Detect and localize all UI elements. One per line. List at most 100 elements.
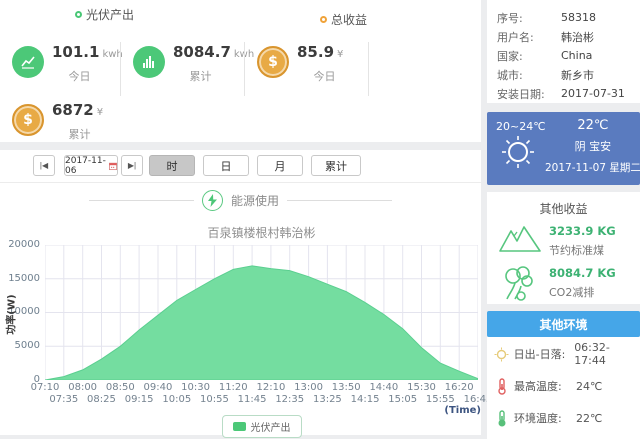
x-tick-label: 10:30 — [181, 382, 210, 393]
stat-value: 6872 — [52, 101, 94, 119]
x-tick-label: 15:30 — [407, 382, 436, 393]
chart-title: 百泉镇楼根村韩治彬 — [45, 224, 478, 241]
x-tick-label: 07:35 — [49, 394, 78, 405]
info-label: 用户名: — [497, 29, 561, 45]
environment-title: 其他环境 — [539, 316, 587, 333]
stat-revenue-today: $ 85.9¥ 今日 — [245, 36, 369, 102]
y-tick-label: 20000 — [0, 239, 40, 250]
x-tick-label: 16:20 — [445, 382, 474, 393]
benefit-label: 节约标准煤 — [549, 242, 604, 258]
stat-unit: ¥ — [337, 49, 343, 60]
stat-value: 8084.7 — [173, 43, 231, 61]
x-tick-label: 08:50 — [106, 382, 135, 393]
weather-condition: 阴 宝安 — [545, 138, 640, 154]
legend-item[interactable]: 光伏产出 — [222, 415, 302, 438]
temp-range: 20~24℃ — [496, 120, 545, 133]
divider — [368, 42, 369, 96]
stat-period: 今日 — [297, 68, 352, 84]
x-tick-label: 13:50 — [332, 382, 361, 393]
tab-hour[interactable]: 时 — [149, 155, 195, 176]
revenue-group-label: 总收益 — [331, 11, 367, 28]
x-tick-label: 08:25 — [87, 394, 116, 405]
info-label: 安装日期: — [497, 86, 561, 102]
info-label: 城市: — [497, 67, 561, 83]
coin-icon: $ — [257, 46, 289, 78]
env-label: 日出-日落: — [514, 346, 575, 362]
date-value: 2017-11-06 — [65, 156, 107, 176]
info-row-install-date: 安装日期: 2017-07-31 — [497, 84, 630, 103]
benefit-value: 3233.9 KG — [549, 224, 616, 238]
y-tick-label: 15000 — [0, 273, 40, 284]
mountain-icon — [497, 222, 543, 258]
benefit-coal: 3233.9 KG 节约标准煤 — [487, 222, 640, 262]
info-value: 韩治彬 — [561, 29, 594, 45]
env-row-ambient-temp: 环境温度: 22℃ — [487, 409, 640, 427]
x-tick-label: 11:45 — [238, 394, 267, 405]
benefit-label: CO2减排 — [549, 284, 594, 300]
line-chart-icon — [12, 46, 44, 78]
stats-panel: 光伏产出 总收益 101.1kwh 今日 8084.7kwh 累计 — [0, 0, 481, 142]
benefit-value: 8084.7 KG — [549, 266, 616, 280]
stat-period: 今日 — [52, 68, 107, 84]
tab-total[interactable]: 累计 — [311, 155, 361, 176]
date-input[interactable]: 2017-11-06 — [64, 155, 118, 176]
stat-period: 累计 — [52, 126, 107, 142]
weather-right: 22℃ 阴 宝安 2017-11-07 星期二 — [545, 112, 640, 185]
environment-header: 其他环境 — [487, 311, 640, 337]
x-tick-label: 10:05 — [162, 394, 191, 405]
info-value: China — [561, 49, 592, 62]
info-value: 58318 — [561, 11, 596, 24]
stat-value: 101.1 — [52, 43, 99, 61]
info-label: 序号: — [497, 10, 561, 26]
legend-swatch-icon — [233, 422, 246, 431]
weather-date: 2017-11-07 星期二 — [545, 160, 640, 175]
env-value: 06:32-17:44 — [574, 341, 640, 367]
tab-month[interactable]: 月 — [257, 155, 303, 176]
info-row-serial: 序号: 58318 — [497, 8, 630, 27]
env-row-sunrise: 日出-日落: 06:32-17:44 — [487, 345, 640, 363]
chart-legend: 光伏产出 — [45, 415, 478, 438]
user-info-card: 序号: 58318 用户名: 韩治彬 国家: China 城市: 新乡市 安装日… — [487, 0, 640, 103]
info-value: 新乡市 — [561, 67, 594, 83]
calendar-icon — [109, 161, 117, 171]
pv-output-group-header: 光伏产出 — [75, 6, 134, 23]
sun-icon — [496, 133, 536, 171]
ambient-temp-icon — [494, 409, 510, 427]
chart-plot: 20000 15000 10000 5000 0 功率(W) 07:1008:0… — [0, 245, 481, 435]
info-label: 国家: — [497, 48, 561, 64]
environment-card: 日出-日落: 06:32-17:44 最高温度: 24℃ 环境温度: 22℃ — [487, 337, 640, 439]
x-tick-label: 12:10 — [256, 382, 285, 393]
x-tick-label: 09:40 — [144, 382, 173, 393]
stat-unit: ¥ — [97, 107, 103, 118]
x-tick-label: 14:15 — [351, 394, 380, 405]
energy-bolt-icon — [202, 190, 223, 211]
tab-day[interactable]: 日 — [203, 155, 249, 176]
info-row-country: 国家: China — [497, 46, 630, 65]
x-labels-row1: 07:1008:0008:5009:4010:3011:2012:1013:00… — [45, 382, 478, 394]
prev-date-button[interactable]: |◀ — [33, 155, 55, 176]
revenue-group-header: 总收益 — [320, 11, 367, 28]
revenue-marker-icon — [320, 16, 327, 23]
benefits-title: 其他收益 — [487, 192, 640, 217]
pv-output-marker-icon — [75, 11, 82, 18]
weather-card: 20~24℃ 22℃ 阴 宝安 2017-11-07 星期二 — [487, 112, 640, 185]
chart-panel: |◀ 2017-11-06 ▶| 时 日 月 累计 能源使用 百泉镇楼根村韩治彬… — [0, 150, 481, 435]
x-tick-label: 10:55 — [200, 394, 229, 405]
stat-pv-total: 8084.7kwh 累计 — [121, 36, 245, 102]
sunrise-icon — [494, 345, 510, 363]
info-row-city: 城市: 新乡市 — [497, 65, 630, 84]
x-tick-label: 13:00 — [294, 382, 323, 393]
x-tick-label: 11:20 — [219, 382, 248, 393]
max-temp-icon — [494, 377, 510, 395]
weather-left: 20~24℃ — [487, 112, 545, 185]
next-date-button[interactable]: ▶| — [121, 155, 143, 176]
y-axis-label: 功率(W) — [3, 287, 18, 343]
energy-section-title: 能源使用 — [231, 192, 279, 209]
x-tick-label: 08:00 — [68, 382, 97, 393]
env-value: 22℃ — [576, 412, 602, 425]
current-temp: 22℃ — [545, 118, 640, 133]
coin-icon: $ — [12, 104, 44, 136]
date-controls: |◀ 2017-11-06 ▶| 时 日 月 累计 — [0, 155, 481, 183]
env-row-max-temp: 最高温度: 24℃ — [487, 377, 640, 395]
energy-section-divider: 能源使用 — [0, 190, 481, 211]
